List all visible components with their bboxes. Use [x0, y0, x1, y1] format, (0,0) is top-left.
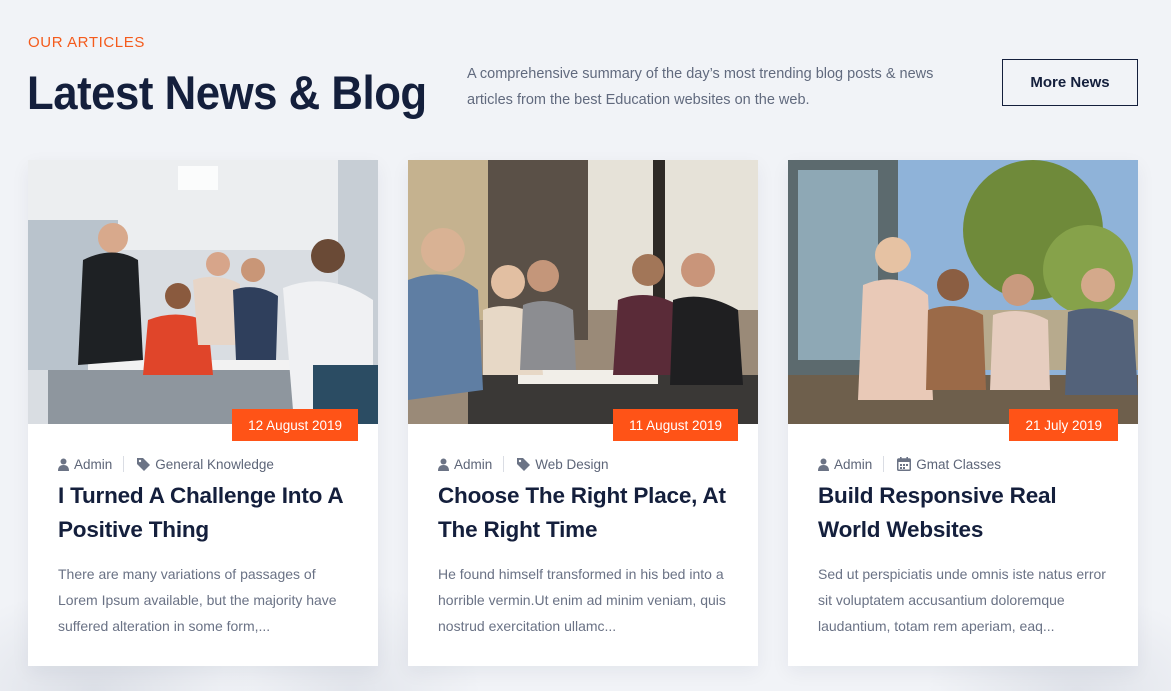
section-title: Latest News & Blog — [27, 66, 427, 119]
post-author[interactable]: Admin — [74, 457, 112, 472]
post-meta: Admin Web Design — [438, 455, 609, 473]
blog-card-image[interactable] — [408, 160, 758, 424]
post-excerpt: There are many variations of passages of… — [58, 566, 337, 634]
blog-card[interactable]: 12 August 2019 Admin General Knowledge I… — [28, 160, 378, 666]
post-title[interactable]: Build Responsive Real World Websites — [818, 479, 1114, 547]
post-author[interactable]: Admin — [834, 457, 872, 472]
post-category[interactable]: General Knowledge — [155, 457, 274, 472]
tag-icon — [137, 457, 151, 471]
meta-divider — [883, 456, 885, 472]
post-date-badge: 21 July 2019 — [1009, 409, 1118, 441]
blog-card[interactable]: 11 August 2019 Admin Web Design Choose T… — [408, 160, 758, 666]
post-title[interactable]: I Turned A Challenge Into A Positive Thi… — [58, 479, 354, 547]
blog-card[interactable]: 21 July 2019 Admin Gmat Classes Build Re… — [788, 160, 1138, 666]
post-date-badge: 11 August 2019 — [613, 409, 738, 441]
post-title[interactable]: Choose The Right Place, At The Right Tim… — [438, 479, 734, 547]
blog-card-image[interactable] — [28, 160, 378, 424]
user-icon — [818, 458, 829, 471]
meta-divider — [503, 456, 505, 472]
meta-divider — [123, 456, 125, 472]
post-meta: Admin Gmat Classes — [818, 455, 1001, 473]
blog-card-image[interactable] — [788, 160, 1138, 424]
post-excerpt: He found himself transformed in his bed … — [438, 566, 726, 634]
post-excerpt: Sed ut perspiciatis unde omnis iste natu… — [818, 566, 1106, 634]
user-icon — [58, 458, 69, 471]
more-news-button[interactable]: More News — [1002, 59, 1138, 106]
section-summary: A comprehensive summary of the day’s mos… — [467, 66, 934, 108]
post-meta: Admin General Knowledge — [58, 455, 274, 473]
post-date-badge: 12 August 2019 — [232, 409, 358, 441]
section-eyebrow: OUR ARTICLES — [28, 34, 145, 51]
post-author[interactable]: Admin — [454, 457, 492, 472]
tag-icon — [517, 457, 531, 471]
post-category[interactable]: Gmat Classes — [916, 457, 1001, 472]
user-icon — [438, 458, 449, 471]
post-category[interactable]: Web Design — [535, 457, 608, 472]
calendar-icon — [897, 457, 912, 471]
